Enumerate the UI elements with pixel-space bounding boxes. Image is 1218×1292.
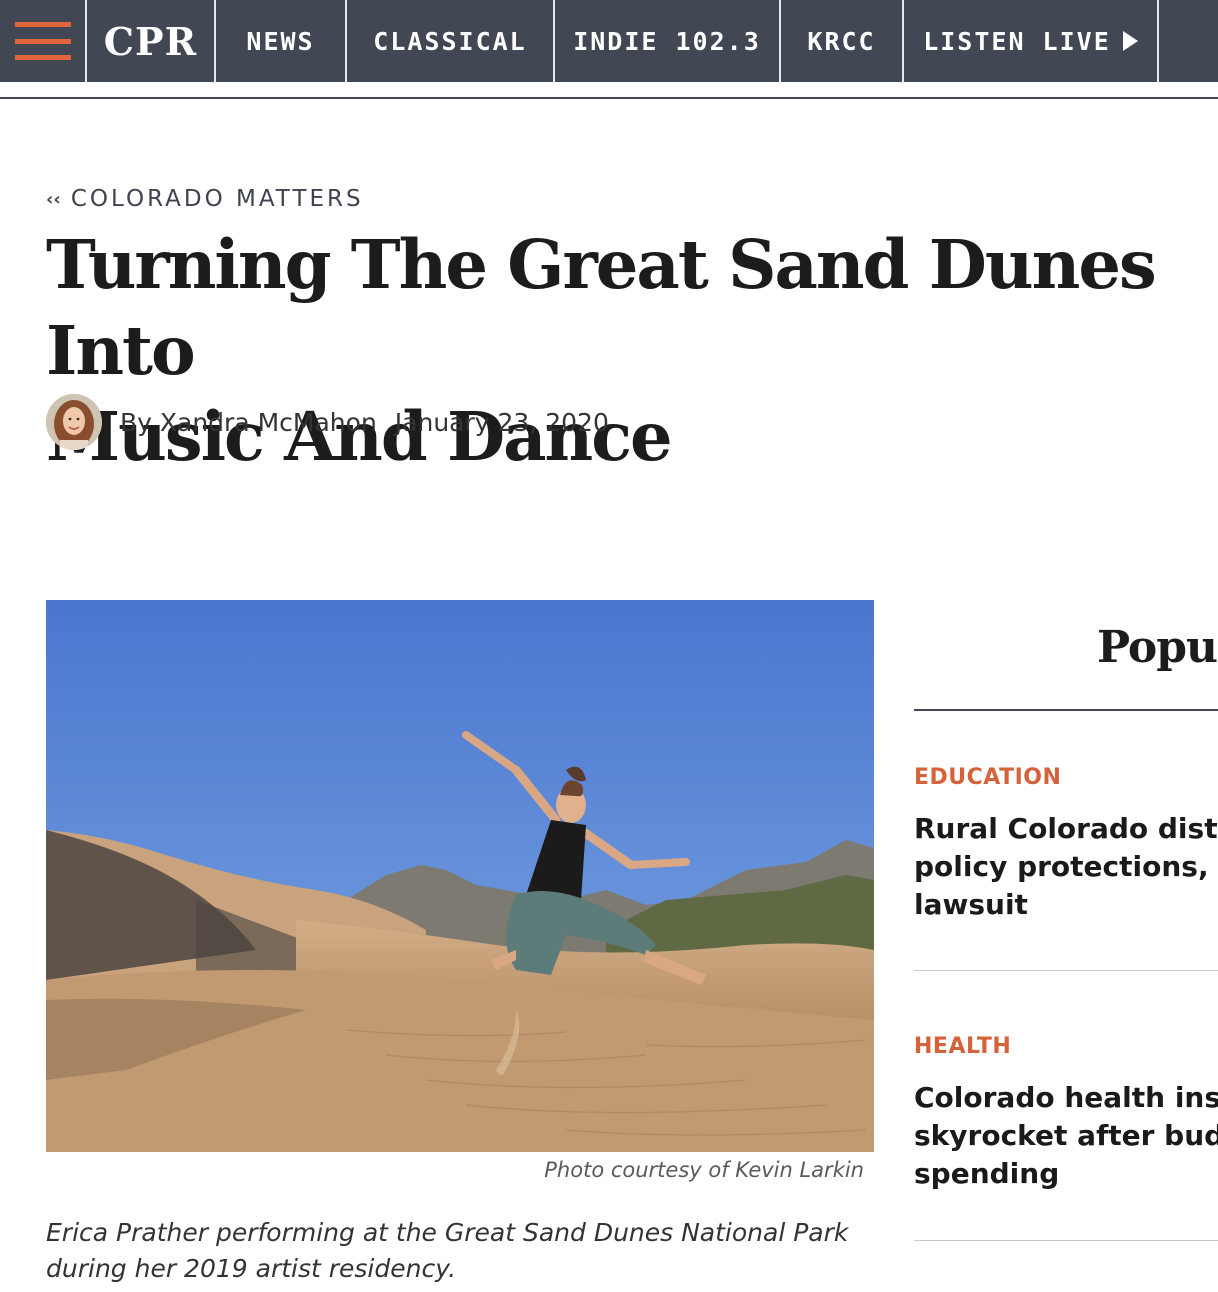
story-line-1: Colorado health insur	[914, 1081, 1218, 1114]
byline: By Xandra McMahon January 23, 2020	[46, 394, 609, 450]
publish-date: January 23, 2020	[394, 407, 609, 437]
popular-sidebar: Popul EDUCATION Rural Colorado distri po…	[914, 600, 1218, 1292]
caption-line-1: Erica Prather performing at the Great Sa…	[46, 1218, 849, 1247]
story-category[interactable]: EDUCATION	[914, 765, 1061, 790]
category-label: COLORADO MATTERS	[70, 186, 364, 212]
header-divider	[0, 97, 1218, 99]
author-avatar[interactable]	[46, 394, 102, 450]
listen-live-button[interactable]: LISTEN LIVE	[904, 0, 1159, 82]
nav-news[interactable]: NEWS	[216, 0, 347, 82]
title-line-1: Turning The Great Sand Dunes Into	[46, 225, 1157, 390]
photo-caption: Erica Prather performing at the Great Sa…	[46, 1215, 866, 1287]
top-nav: CPR NEWS CLASSICAL INDIE 102.3 KRCC LIST…	[0, 0, 1218, 82]
story-line-3: spending	[914, 1157, 1060, 1190]
story-line-3: lawsuit	[914, 888, 1028, 921]
sidebar-divider	[914, 709, 1218, 711]
photo-credit: Photo courtesy of Kevin Larkin	[544, 1158, 864, 1182]
nav-krcc[interactable]: KRCC	[781, 0, 904, 82]
listen-live-label: LISTEN LIVE	[923, 26, 1111, 56]
story-divider	[914, 970, 1218, 971]
nav-classical[interactable]: CLASSICAL	[347, 0, 555, 82]
caption-line-2: during her 2019 artist residency.	[46, 1254, 457, 1283]
cpr-logo[interactable]: CPR	[87, 0, 216, 82]
category-link[interactable]: ‹‹ COLORADO MATTERS	[46, 186, 364, 212]
hero-image	[46, 600, 874, 1152]
hamburger-icon	[14, 22, 71, 60]
author-name[interactable]: By Xandra McMahon	[120, 408, 377, 437]
play-icon	[1122, 31, 1138, 51]
story-line-2: skyrocket after budge	[914, 1119, 1218, 1152]
story-category[interactable]: HEALTH	[914, 1034, 1011, 1059]
story-link[interactable]: Rural Colorado distri policy protections…	[914, 810, 1218, 924]
sidebar-title: Popul	[1097, 622, 1218, 673]
double-chevron-left-icon: ‹‹	[46, 188, 61, 210]
nav-indie[interactable]: INDIE 102.3	[555, 0, 781, 82]
story-divider	[914, 1240, 1218, 1241]
story-link[interactable]: Colorado health insur skyrocket after bu…	[914, 1079, 1218, 1193]
story-line-1: Rural Colorado distri	[914, 812, 1218, 845]
menu-button[interactable]	[0, 0, 87, 82]
story-line-2: policy protections, se	[914, 850, 1218, 883]
